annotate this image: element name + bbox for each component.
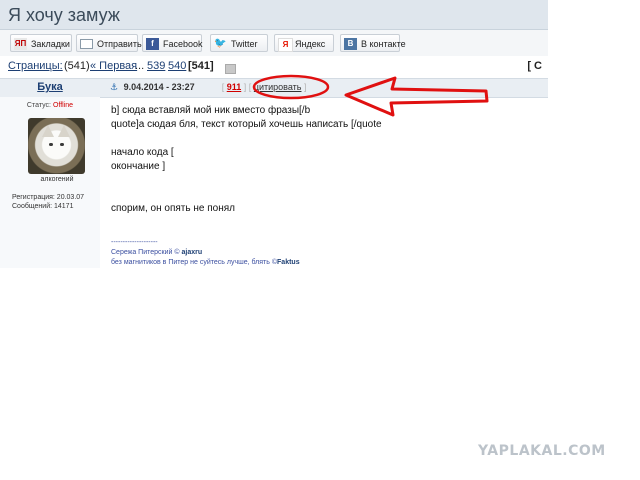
first-page-link[interactable]: « Первая xyxy=(90,60,137,72)
envelope-icon xyxy=(80,39,93,49)
pager-right-marker: [ С xyxy=(527,60,542,72)
vkontakte-button[interactable]: B В контакте xyxy=(340,34,406,52)
send-label: Отправить xyxy=(97,39,142,49)
avatar-eye-right xyxy=(60,143,64,146)
title-bar: Я хочу замуж xyxy=(0,0,548,30)
post-header: Бука ⚓ 9.04.2014 - 23:27 [ 911 ] [ цитир… xyxy=(0,78,548,98)
post-meta: ⚓ 9.04.2014 - 23:27 [ 911 ] [ цитировать… xyxy=(110,82,307,93)
signature-rule: -------------------- xyxy=(111,239,158,246)
yandex-icon: Я xyxy=(278,38,293,52)
avatar-ear-right xyxy=(58,125,70,137)
share-toolbar: ЯП Закладки Отправить f Facebook 🐦 Twitt… xyxy=(0,30,548,56)
page-title: Я хочу замуж xyxy=(8,5,120,25)
post-line: спорим, он опять не понял xyxy=(111,203,235,214)
yaplakal-icon: ЯП xyxy=(14,38,27,50)
author-status: Статус: Offline xyxy=(0,102,100,109)
pages-label: Страницы: xyxy=(8,60,63,72)
quote-link[interactable]: цитировать xyxy=(254,82,302,92)
facebook-button[interactable]: f Facebook xyxy=(142,34,203,52)
signature-text: без магнитиков в Питер не суйтесь лучше,… xyxy=(111,259,278,266)
rating-close: ] xyxy=(243,82,247,92)
status-value: Offline xyxy=(52,102,74,109)
message-count: Сообщений: 14171 xyxy=(12,203,74,210)
bookmarks-label: Закладки xyxy=(31,39,70,49)
post-date: 9.04.2014 - 23:27 xyxy=(123,82,195,92)
facebook-label: Facebook xyxy=(163,39,203,49)
signature-text: Сережа Питерский © xyxy=(111,249,180,256)
page-jump-icon[interactable] xyxy=(225,64,236,74)
signature-user-faktus[interactable]: Faktus xyxy=(277,259,300,266)
twitter-button[interactable]: 🐦 Twitter xyxy=(210,34,268,52)
twitter-icon: 🐦 xyxy=(214,38,227,49)
anchor-icon[interactable]: ⚓ xyxy=(110,82,118,92)
post-author-link[interactable]: Бука xyxy=(0,81,100,93)
status-label: Статус: xyxy=(26,102,51,109)
yandex-button[interactable]: Я Яндекс xyxy=(274,34,334,52)
post-line: окончание ] xyxy=(111,161,166,172)
post-body: b] сюда вставляй мой ник вместо фразы[/b… xyxy=(111,104,541,216)
signature-line-2: без магнитиков в Питер не суйтесь лучше,… xyxy=(111,258,541,268)
site-watermark: YAPLAKAL.COM xyxy=(478,443,606,459)
vkontakte-label: В контакте xyxy=(361,39,406,49)
avatar[interactable] xyxy=(28,118,85,174)
author-stats: Регистрация: 20.03.07 Сообщений: 14171 xyxy=(12,193,84,211)
page-link-539[interactable]: 539 xyxy=(147,60,165,72)
post-line: b] сюда вставляй мой ник вместо фразы[/b xyxy=(111,105,311,116)
post-line: начало кода [ xyxy=(111,147,174,158)
post-signature: -------------------- Сережа Питерский © … xyxy=(111,238,541,268)
forum-screenshot: Я хочу замуж ЯП Закладки Отправить f Fac… xyxy=(0,0,548,268)
avatar-caption: алкогений xyxy=(40,176,74,183)
vkontakte-icon: B xyxy=(344,38,357,50)
twitter-label: Twitter xyxy=(231,39,258,49)
rating-open: [ xyxy=(221,82,225,92)
avatar-eye-left xyxy=(49,143,53,146)
page-link-540[interactable]: 540 xyxy=(168,60,186,72)
pager-ellipsis: ... xyxy=(135,60,145,72)
post-line: quote]а сюдая бля, текст который хочешь … xyxy=(111,119,382,130)
page-count: (541) xyxy=(64,60,90,72)
registration-date: Регистрация: 20.03.07 xyxy=(12,194,85,201)
post-rating[interactable]: 911 xyxy=(227,82,242,92)
signature-line-1: Сережа Питерский © ajaxru xyxy=(111,248,541,258)
pagination: Страницы: (541) « Первая ... 539 540 [54… xyxy=(0,58,548,76)
bookmarks-button[interactable]: ЯП Закладки xyxy=(10,34,72,52)
quote-close: ] xyxy=(304,82,307,92)
avatar-ear-left xyxy=(42,125,54,137)
quote-open: [ xyxy=(248,82,252,92)
facebook-icon: f xyxy=(146,38,159,50)
current-page: [541] xyxy=(188,60,214,72)
send-button[interactable]: Отправить xyxy=(76,34,142,52)
signature-user-ajaxru[interactable]: ajaxru xyxy=(181,249,202,256)
author-panel: Статус: Offline алкогений Регистрация: 2… xyxy=(0,97,100,268)
yandex-label: Яндекс xyxy=(295,39,326,49)
